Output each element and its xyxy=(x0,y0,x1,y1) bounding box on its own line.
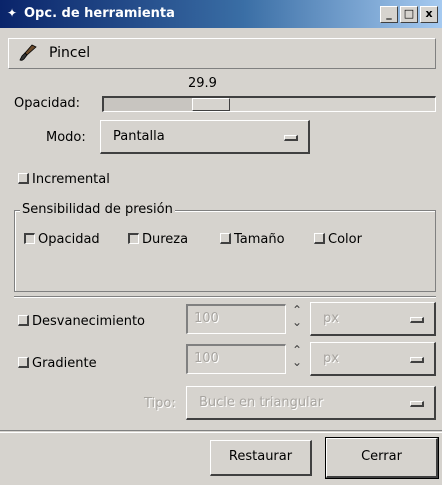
pressure-color-label: Color xyxy=(328,232,362,247)
opacity-slider-fill xyxy=(104,98,203,111)
fade-length-value: 100 xyxy=(194,311,219,326)
pressure-hardness-label: Dureza xyxy=(142,232,189,247)
gradient-unit-value: px xyxy=(323,351,339,366)
pressure-opacity-checkbox[interactable]: Opacidad xyxy=(24,232,100,247)
incremental-label: Incremental xyxy=(32,172,110,187)
fade-unit-select[interactable]: px xyxy=(310,302,436,336)
opacity-label: Opacidad: xyxy=(14,96,81,111)
brush-icon xyxy=(19,44,37,61)
pressure-size-checkbox[interactable]: Tamaño xyxy=(220,232,285,247)
pressure-size-label: Tamaño xyxy=(234,232,285,247)
gradient-type-value: Bucle en triangular xyxy=(199,395,324,410)
fade-spin-arrows-icon[interactable]: ⌃ ⌄ xyxy=(288,304,306,334)
checkbox-icon xyxy=(24,233,35,244)
fade-checkbox[interactable]: Desvanecimiento xyxy=(18,314,145,329)
gradient-length-value: 100 xyxy=(194,351,219,366)
gradient-label: Gradiente xyxy=(32,356,97,371)
dropdown-indicator-icon xyxy=(410,317,424,323)
minimize-button[interactable]: _ xyxy=(380,6,398,23)
gradient-unit-select[interactable]: px xyxy=(310,342,436,376)
window-title: Opc. de herramienta xyxy=(24,6,175,21)
checkbox-icon xyxy=(18,315,29,326)
gradient-spin-arrows-icon[interactable]: ⌃ ⌄ xyxy=(288,344,306,374)
dropdown-indicator-icon xyxy=(410,401,424,407)
gradient-type-label: Tipo: xyxy=(144,396,176,411)
opacity-slider[interactable] xyxy=(102,96,436,112)
reset-button[interactable]: Restaurar xyxy=(210,440,312,476)
pressure-color-checkbox[interactable]: Color xyxy=(314,232,362,247)
dropdown-indicator-icon xyxy=(284,135,298,141)
checkbox-icon xyxy=(128,233,139,244)
checkbox-icon xyxy=(18,173,29,184)
pressure-sensitivity-frame xyxy=(14,210,436,292)
tool-name: Pincel xyxy=(49,45,91,61)
close-button[interactable]: Cerrar xyxy=(325,437,439,479)
window-titlebar[interactable]: ✦ Opc. de herramienta _ □ x xyxy=(0,0,442,28)
opacity-value: 29.9 xyxy=(188,76,217,91)
pressure-opacity-label: Opacidad xyxy=(38,232,100,247)
dropdown-indicator-icon xyxy=(410,357,424,363)
incremental-checkbox[interactable]: Incremental xyxy=(18,172,110,187)
checkbox-icon xyxy=(220,233,231,244)
pressure-sensitivity-title: Sensibilidad de presión xyxy=(20,202,175,217)
opacity-slider-thumb[interactable] xyxy=(192,98,230,111)
separator xyxy=(14,296,436,298)
checkbox-icon xyxy=(18,357,29,368)
fade-label: Desvanecimiento xyxy=(32,314,146,329)
gradient-checkbox[interactable]: Gradiente xyxy=(18,356,97,371)
pressure-hardness-checkbox[interactable]: Dureza xyxy=(128,232,188,247)
gradient-type-select[interactable]: Bucle en triangular xyxy=(186,386,436,420)
tool-header: Pincel xyxy=(8,38,436,69)
mode-value: Pantalla xyxy=(113,129,165,144)
maximize-button[interactable]: □ xyxy=(400,6,418,23)
action-area-separator xyxy=(0,430,442,433)
checkbox-icon xyxy=(314,233,325,244)
gimp-icon: ✦ xyxy=(6,6,18,20)
mode-select[interactable]: Pantalla xyxy=(100,120,310,154)
close-window-button[interactable]: x xyxy=(420,6,438,23)
mode-label: Modo: xyxy=(46,130,86,145)
fade-unit-value: px xyxy=(323,311,339,326)
fade-length-input[interactable]: 100 xyxy=(186,304,286,334)
gradient-length-input[interactable]: 100 xyxy=(186,344,286,374)
